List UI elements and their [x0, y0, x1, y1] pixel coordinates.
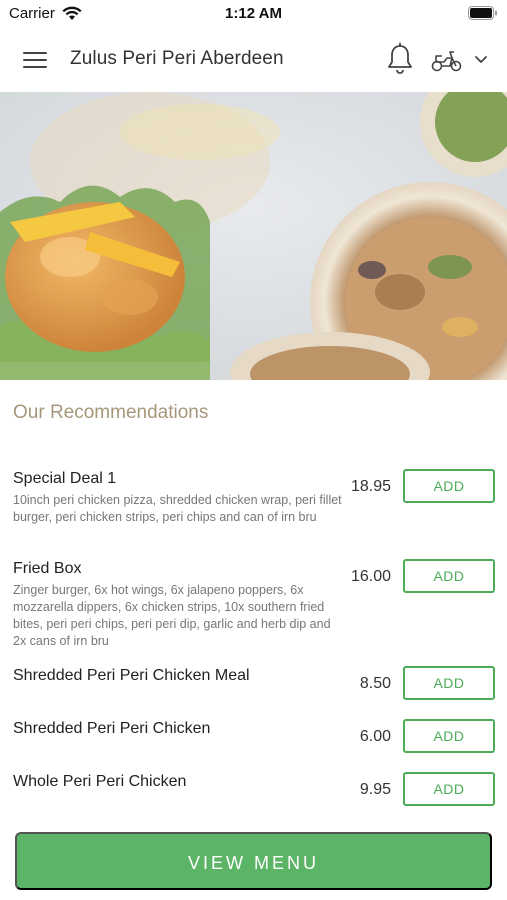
hamburger-icon — [23, 52, 47, 68]
item-price: 8.50 — [359, 675, 391, 692]
item-price: 6.00 — [359, 728, 391, 745]
item-price: 16.00 — [350, 568, 391, 585]
item-name: Shredded Peri Peri Chicken — [13, 720, 211, 737]
menu-button[interactable] — [20, 46, 50, 74]
clock: 1:12 AM — [225, 5, 282, 22]
item-name: Whole Peri Peri Chicken — [13, 773, 187, 790]
order-mode-selector[interactable] — [430, 44, 494, 76]
add-button[interactable]: ADD — [403, 719, 495, 753]
notifications-button[interactable] — [384, 42, 416, 76]
restaurant-title: Zulus Peri Peri Aberdeen — [70, 48, 284, 69]
item-name: Shredded Peri Peri Chicken Meal — [13, 667, 250, 684]
menu-item: Special Deal 1 10inch peri chicken pizza… — [0, 466, 507, 556]
add-button[interactable]: ADD — [403, 469, 495, 503]
scooter-icon — [431, 51, 462, 72]
food-photo — [0, 92, 507, 380]
hero-food-image — [0, 92, 507, 380]
item-name: Fried Box — [13, 560, 82, 577]
item-price: 9.95 — [359, 781, 391, 798]
item-name: Special Deal 1 — [13, 470, 117, 487]
menu-item: Shredded Peri Peri Chicken 6.00 ADD — [0, 716, 507, 769]
view-menu-button[interactable]: VIEW MENU — [15, 832, 492, 890]
add-button[interactable]: ADD — [403, 772, 495, 806]
status-bar: Carrier 1:12 AM — [0, 0, 507, 28]
add-button[interactable]: ADD — [403, 559, 495, 593]
item-description: Zinger burger, 6x hot wings, 6x jalapeno… — [13, 583, 331, 648]
app-header: Zulus Peri Peri Aberdeen — [0, 28, 507, 92]
battery-icon — [468, 6, 497, 20]
menu-item: Fried Box Zinger burger, 6x hot wings, 6… — [0, 556, 507, 663]
bell-icon — [388, 42, 412, 74]
recommendations-list: Special Deal 1 10inch peri chicken pizza… — [0, 466, 507, 822]
menu-item: Shredded Peri Peri Chicken Meal 8.50 ADD — [0, 663, 507, 716]
section-title: Our Recommendations — [13, 402, 209, 423]
item-description: 10inch peri chicken pizza, shredded chic… — [13, 493, 342, 524]
menu-item: Whole Peri Peri Chicken 9.95 ADD — [0, 769, 507, 822]
item-price: 18.95 — [350, 478, 391, 495]
add-button[interactable]: ADD — [403, 666, 495, 700]
chevron-down-icon — [475, 56, 487, 63]
